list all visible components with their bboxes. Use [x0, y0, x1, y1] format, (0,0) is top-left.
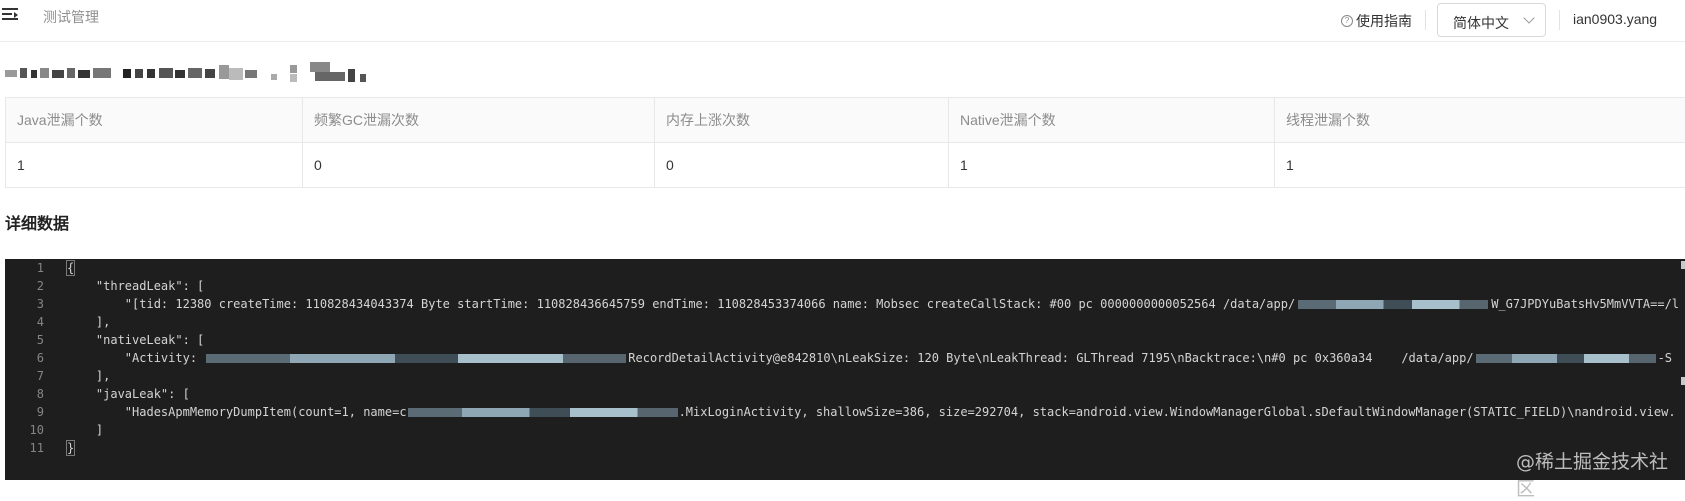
table-row: 1 0 0 1 1: [6, 143, 1685, 188]
divider: [1559, 10, 1560, 30]
code-text-tail: .MixLoginActivity, shallowSize=386, size…: [679, 405, 1676, 419]
language-select-value: 简体中文: [1453, 13, 1509, 33]
line-number: 8: [37, 387, 44, 401]
code-text: ],: [67, 315, 110, 329]
nav-title-test-management[interactable]: 测试管理: [43, 7, 99, 27]
code-text: "threadLeak": [: [67, 279, 204, 293]
code-area[interactable]: { "threadLeak": [ "[tid: 12380 createTim…: [67, 259, 1685, 480]
column-header-thread-leak: 线程泄漏个数: [1275, 98, 1685, 143]
chevron-down-icon: [1523, 12, 1534, 23]
code-line: ],: [67, 369, 110, 383]
redacted-text: [1298, 300, 1488, 309]
guide-label: 使用指南: [1356, 11, 1412, 31]
line-number: 4: [37, 315, 44, 329]
leak-stats-table: Java泄漏个数 频繁GC泄漏次数 内存上涨次数 Native泄漏个数 线程泄漏…: [5, 97, 1685, 188]
guide-link[interactable]: ? 使用指南: [1341, 11, 1412, 31]
line-number: 2: [37, 279, 44, 293]
user-menu[interactable]: ian0903.yang: [1573, 11, 1657, 27]
line-number-gutter: 1 2 3 4 5 6 7 8 9 10 11: [5, 259, 51, 480]
watermark: @稀土掘金技术社区: [1516, 447, 1685, 501]
code-text: "nativeLeak": [: [67, 333, 204, 347]
column-header-memory-rise: 内存上涨次数: [655, 98, 949, 143]
line-number: 5: [37, 333, 44, 347]
code-line: "HadesApmMemoryDumpItem(count=1, name=c.…: [67, 405, 1676, 419]
cell-memory-rise-count: 0: [655, 143, 949, 188]
top-bar: 测试管理 ? 使用指南 简体中文 ian0903.yang: [0, 0, 1685, 42]
code-text: "[tid: 12380 createTime: 110828434043374…: [67, 297, 1295, 311]
code-line: "Activity: RecordDetailActivity@e842810\…: [67, 351, 1672, 365]
cell-gc-leak-count: 0: [303, 143, 655, 188]
question-circle-icon: ?: [1341, 15, 1353, 27]
code-line: }: [67, 441, 74, 455]
scrollbar-marker[interactable]: [1681, 261, 1685, 269]
redacted-text: [408, 408, 678, 417]
code-text: "HadesApmMemoryDumpItem(count=1, name=c: [67, 405, 407, 419]
code-text-tail: RecordDetailActivity@e842810\nLeakSize: …: [628, 351, 1473, 365]
scrollbar-marker[interactable]: [1681, 377, 1685, 385]
code-line: "javaLeak": [: [67, 387, 190, 401]
line-number: 1: [37, 261, 44, 275]
code-line: "threadLeak": [: [67, 279, 204, 293]
code-text-tail: W_G7JPDYuBatsHv5MmVVTA==/l: [1491, 297, 1679, 311]
code-line: ],: [67, 315, 110, 329]
redacted-text: [206, 354, 626, 363]
code-text: ],: [67, 369, 110, 383]
redacted-text: [1476, 354, 1656, 363]
menu-fold-icon[interactable]: [2, 8, 20, 24]
divider: [1425, 10, 1426, 30]
line-number: 7: [37, 369, 44, 383]
code-text: "Activity:: [67, 351, 204, 365]
line-number: 3: [37, 297, 44, 311]
language-select[interactable]: 简体中文: [1437, 3, 1546, 37]
cell-thread-leak-count: 1: [1275, 143, 1685, 188]
code-text: {: [67, 261, 74, 275]
line-number: 10: [30, 423, 44, 437]
table-header-row: Java泄漏个数 频繁GC泄漏次数 内存上涨次数 Native泄漏个数 线程泄漏…: [6, 98, 1685, 143]
line-number: 9: [37, 405, 44, 419]
code-line: {: [67, 261, 74, 275]
column-header-java-leak: Java泄漏个数: [6, 98, 303, 143]
cell-native-leak-count: 1: [949, 143, 1275, 188]
code-text-tail: -S: [1658, 351, 1672, 365]
code-text: "javaLeak": [: [67, 387, 190, 401]
code-line: ]: [67, 423, 103, 437]
column-header-native-leak: Native泄漏个数: [949, 98, 1275, 143]
code-text: ]: [67, 423, 103, 437]
json-code-editor[interactable]: 1 2 3 4 5 6 7 8 9 10 11 { "threadLeak": …: [5, 259, 1685, 480]
redacted-title: [5, 62, 395, 84]
code-line: "nativeLeak": [: [67, 333, 204, 347]
section-title-details: 详细数据: [5, 210, 69, 234]
cell-java-leak-count: 1: [6, 143, 303, 188]
code-text: }: [67, 441, 74, 455]
line-number: 11: [30, 441, 44, 455]
column-header-gc-leak: 频繁GC泄漏次数: [303, 98, 655, 143]
line-number: 6: [37, 351, 44, 365]
code-line: "[tid: 12380 createTime: 110828434043374…: [67, 297, 1679, 311]
